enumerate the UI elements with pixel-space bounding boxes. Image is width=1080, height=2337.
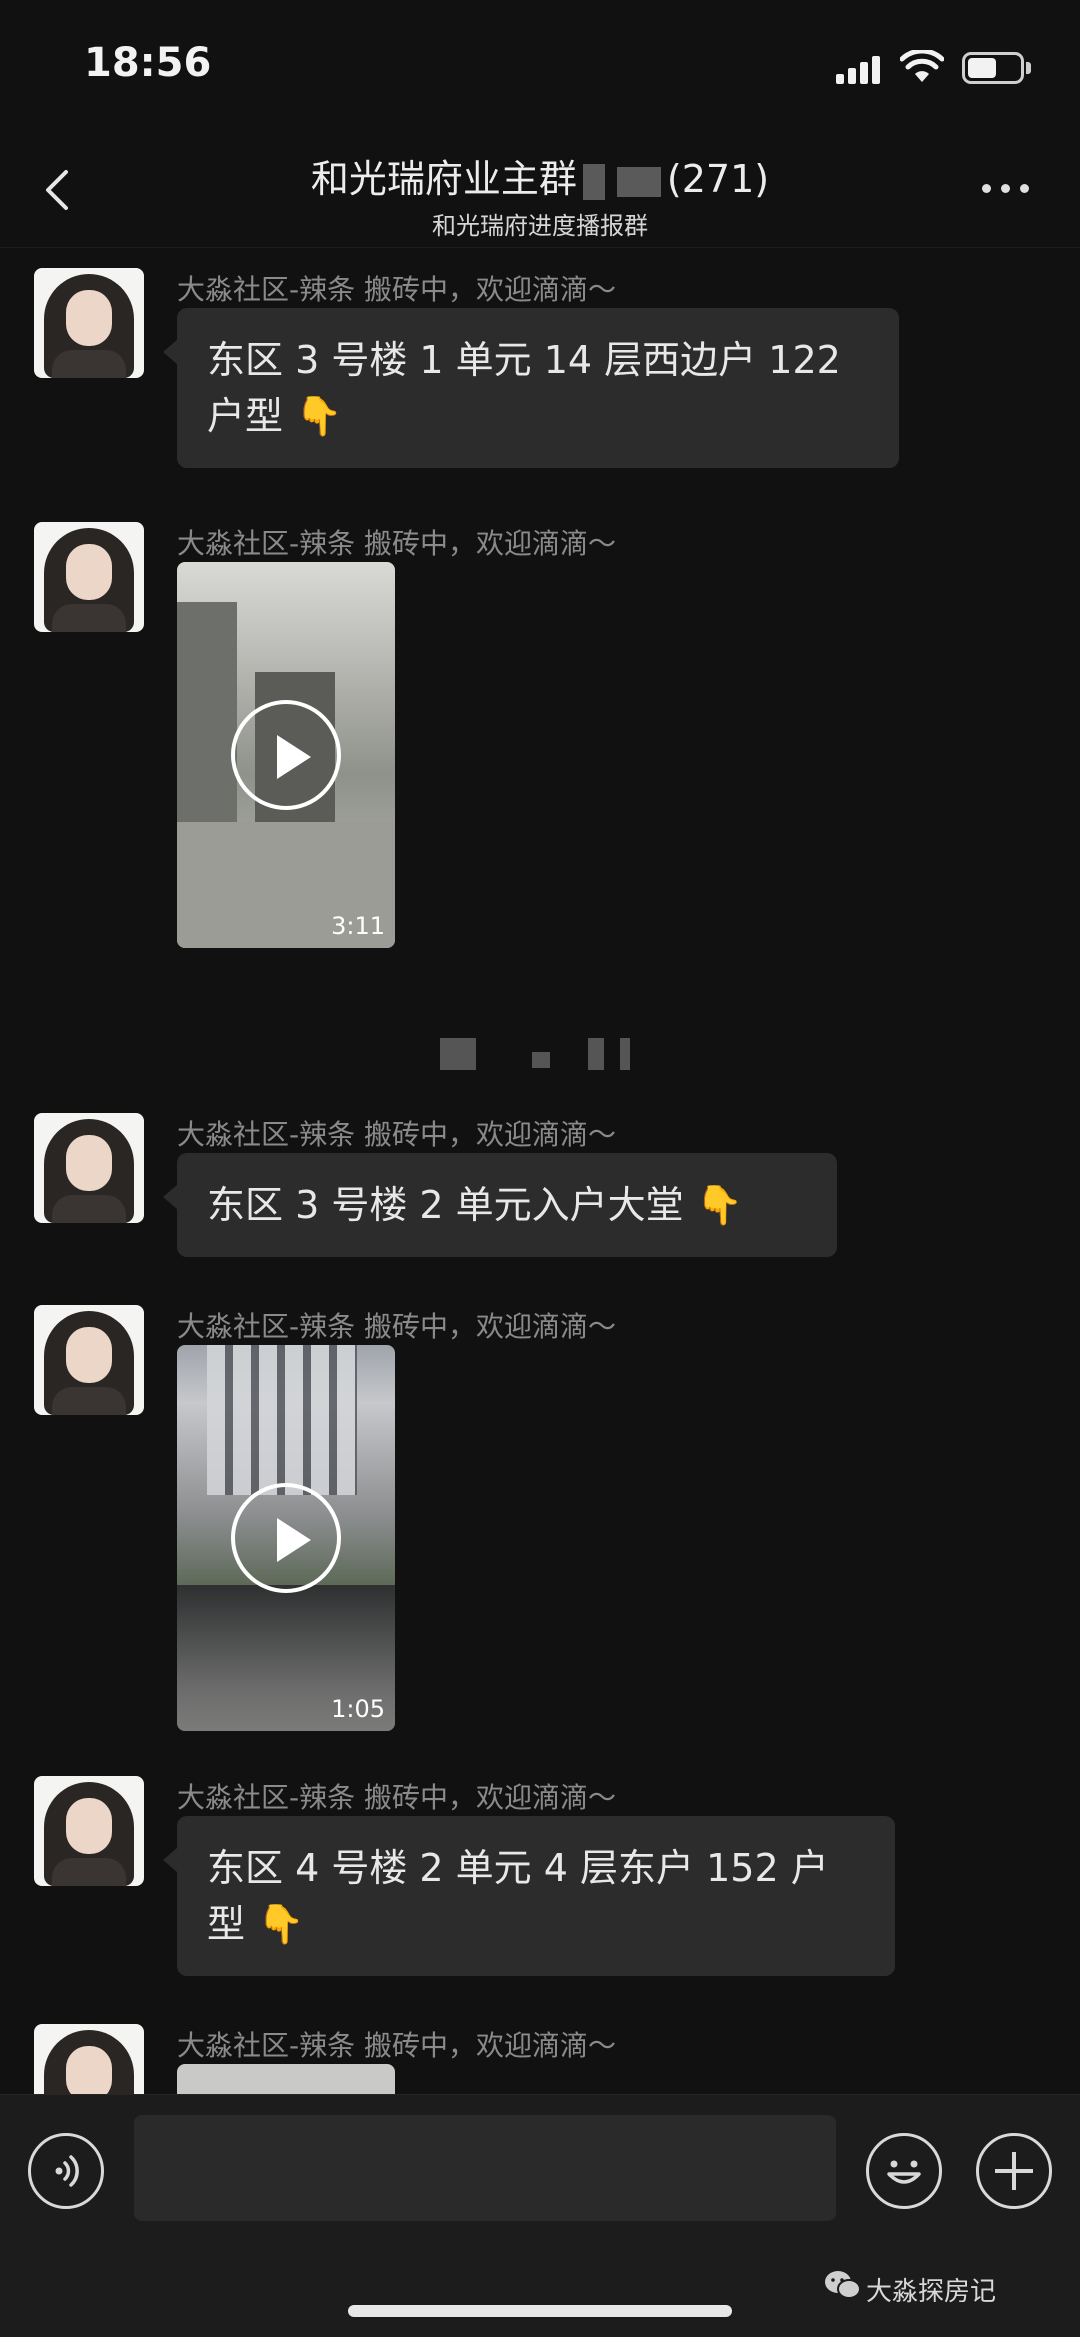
wifi-icon	[900, 50, 944, 82]
text-bubble[interactable]: 东区 4 号楼 2 单元 4 层东户 152 户型 👇	[163, 1816, 895, 1976]
home-indicator[interactable]	[348, 2305, 732, 2317]
avatar[interactable]	[34, 2024, 144, 2094]
chat-subtitle: 和光瑞府进度播报群	[432, 212, 648, 240]
text-bubble[interactable]: 东区 3 号楼 1 单元 14 层西边户 122 户型 👇	[163, 308, 899, 468]
avatar[interactable]	[34, 522, 144, 632]
sender-name: 大淼社区-辣条 搬砖中，欢迎滴滴～	[177, 1310, 617, 1343]
message-list[interactable]: 大淼社区-辣条 搬砖中，欢迎滴滴～ 东区 3 号楼 1 单元 14 层西边户 1…	[0, 248, 1080, 2094]
more-dots-icon[interactable]	[976, 168, 1036, 208]
chat-title[interactable]: 和光瑞府业主群 (271)	[0, 148, 1080, 203]
avatar[interactable]	[34, 268, 144, 378]
redacted-block	[616, 166, 661, 197]
battery-icon	[962, 52, 1024, 84]
sender-name: 大淼社区-辣条 搬砖中，欢迎滴滴～	[177, 273, 617, 306]
message-input[interactable]	[134, 2115, 836, 2221]
wechat-icon	[825, 2271, 861, 2299]
avatar[interactable]	[34, 1776, 144, 1886]
status-bar: 18:56	[0, 0, 1080, 130]
sender-name: 大淼社区-辣条 搬砖中，欢迎滴滴～	[177, 2029, 617, 2062]
battery-cap	[1026, 62, 1031, 74]
sender-name: 大淼社区-辣条 搬砖中，欢迎滴滴～	[177, 527, 617, 560]
status-time: 18:56	[84, 40, 212, 86]
video-duration: 1:05	[331, 1695, 385, 1723]
chat-header: 和光瑞府业主群 (271) 和光瑞府进度播报群	[0, 130, 1080, 248]
signal-icon	[836, 56, 880, 84]
video-message[interactable]	[177, 2064, 395, 2094]
avatar[interactable]	[34, 1305, 144, 1415]
battery-level	[968, 58, 996, 78]
voice-icon[interactable]	[28, 2133, 104, 2209]
video-message[interactable]: 1:05	[177, 1345, 395, 1731]
video-message[interactable]: 3:11	[177, 562, 395, 948]
avatar[interactable]	[34, 1113, 144, 1223]
sender-name: 大淼社区-辣条 搬砖中，欢迎滴滴～	[177, 1118, 617, 1151]
plus-icon[interactable]	[976, 2133, 1052, 2209]
message-text: 东区 3 号楼 2 单元入户大堂	[207, 1183, 684, 1227]
input-bar: 大淼探房记	[0, 2094, 1080, 2337]
watermark-text: 大淼探房记	[866, 2277, 997, 2307]
play-icon[interactable]	[231, 1483, 341, 1593]
pointing-down-emoji: 👇	[295, 394, 343, 438]
redacted-system-notice	[440, 1034, 650, 1074]
pointing-down-emoji: 👇	[695, 1183, 744, 1227]
member-count: (271)	[666, 157, 770, 201]
voice-wave-icon	[55, 2155, 79, 2187]
redacted-block	[582, 163, 605, 200]
smiley-face-icon	[887, 2160, 921, 2184]
sender-name: 大淼社区-辣条 搬砖中，欢迎滴滴～	[177, 1781, 617, 1814]
emoji-icon[interactable]	[866, 2133, 942, 2209]
pointing-down-emoji: 👇	[257, 1902, 305, 1946]
text-bubble[interactable]: 东区 3 号楼 2 单元入户大堂 👇	[163, 1153, 837, 1257]
group-name: 和光瑞府业主群	[310, 157, 577, 201]
video-duration: 3:11	[331, 912, 385, 940]
play-icon[interactable]	[231, 700, 341, 810]
